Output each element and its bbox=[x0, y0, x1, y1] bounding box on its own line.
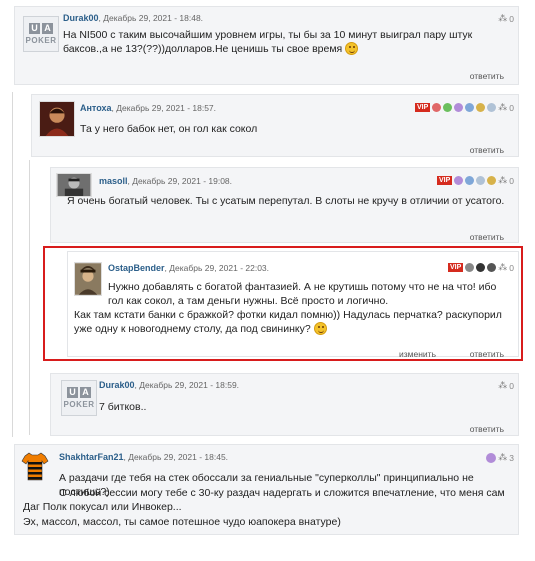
comment: ShakhtarFan21, Декабрь 29, 2021 - 18:45.… bbox=[14, 444, 519, 535]
comment-date: Декабрь 29, 2021 - 18:57. bbox=[116, 103, 217, 113]
comment-date: Декабрь 29, 2021 - 18:48. bbox=[103, 13, 204, 23]
highlight-frame bbox=[43, 246, 523, 361]
thread-line bbox=[29, 160, 30, 435]
avatar-photo-icon bbox=[40, 102, 74, 136]
comment-text: С любой сессии могу тебе с 30-ку раздач … bbox=[23, 487, 505, 513]
comment-text: 7 битков.. bbox=[99, 401, 147, 413]
username-link[interactable]: ShakhtarFan21 bbox=[59, 452, 124, 462]
comment-actions: ⁂ 0 bbox=[498, 13, 514, 24]
award-icon bbox=[476, 103, 486, 112]
comment-date: Декабрь 29, 2021 - 18:45. bbox=[128, 452, 229, 462]
comment-actions: VIP ⁂ 0 bbox=[436, 175, 514, 186]
comment-meta: Durak00, Декабрь 29, 2021 - 18:48. bbox=[63, 13, 204, 23]
reply-count: 0 bbox=[509, 102, 514, 113]
comment-meta: Антоха, Декабрь 29, 2021 - 18:57. bbox=[80, 103, 217, 113]
comment-actions: ⁂ 3 bbox=[486, 452, 514, 463]
award-icon bbox=[454, 103, 464, 112]
reply-count: 3 bbox=[509, 452, 514, 463]
thread-line bbox=[12, 92, 13, 437]
comment-text: На NI500 с таким высочайшим уровнем игры… bbox=[63, 28, 513, 56]
avatar[interactable] bbox=[21, 451, 49, 481]
award-icon bbox=[432, 103, 442, 112]
award-icon bbox=[487, 176, 497, 185]
username-link[interactable]: Durak00 bbox=[99, 380, 135, 390]
reply-link[interactable]: ответить bbox=[470, 424, 504, 434]
comment: UA POKER Durak00, Декабрь 29, 2021 - 18:… bbox=[14, 6, 519, 85]
vip-badge: VIP bbox=[414, 103, 431, 112]
comment-text: Та у него бабок нет, он гол как сокол bbox=[80, 123, 258, 135]
thread-tree-icon[interactable]: ⁂ bbox=[498, 102, 507, 113]
avatar[interactable]: UA POKER bbox=[61, 380, 97, 416]
award-icon bbox=[476, 176, 486, 185]
reply-count: 0 bbox=[509, 13, 514, 24]
comment-meta: ShakhtarFan21, Декабрь 29, 2021 - 18:45. bbox=[59, 452, 229, 462]
comment: Антоха, Декабрь 29, 2021 - 18:57. VIP ⁂ … bbox=[31, 94, 519, 157]
reply-link[interactable]: ответить bbox=[470, 145, 504, 155]
award-icon bbox=[465, 176, 475, 185]
logo-text: POKER bbox=[63, 400, 95, 409]
comment-date: Декабрь 29, 2021 - 18:59. bbox=[139, 380, 240, 390]
comment-text: Эх, массол, массол, ты самое потешное чу… bbox=[23, 516, 341, 528]
comment-meta: Durak00, Декабрь 29, 2021 - 18:59. bbox=[99, 380, 240, 390]
thread-tree-icon[interactable]: ⁂ bbox=[498, 175, 507, 186]
logo-letter: U bbox=[67, 387, 78, 398]
logo-text: POKER bbox=[25, 36, 57, 45]
avatar-photo-icon bbox=[57, 174, 91, 196]
username-link[interactable]: Антоха bbox=[80, 103, 112, 113]
logo-letter: A bbox=[80, 387, 91, 398]
award-icon bbox=[454, 176, 464, 185]
thread-tree-icon[interactable]: ⁂ bbox=[498, 13, 507, 24]
thread-tree-icon[interactable]: ⁂ bbox=[498, 380, 507, 391]
reply-link[interactable]: ответить bbox=[470, 71, 504, 81]
reply-count: 0 bbox=[509, 175, 514, 186]
thread-tree-icon[interactable]: ⁂ bbox=[498, 452, 507, 463]
username-link[interactable]: masoll bbox=[99, 176, 128, 186]
comment: UA POKER Durak00, Декабрь 29, 2021 - 18:… bbox=[50, 373, 519, 436]
avatar[interactable] bbox=[39, 101, 75, 137]
award-icon bbox=[443, 103, 453, 112]
award-icon bbox=[465, 103, 475, 112]
vip-badge: VIP bbox=[436, 176, 453, 185]
award-icon bbox=[486, 452, 497, 463]
username-link[interactable]: Durak00 bbox=[63, 13, 99, 23]
comment-body: На NI500 с таким высочайшим уровнем игры… bbox=[63, 29, 473, 55]
comment-text: Я очень богатый человек. Ты с усатым пер… bbox=[67, 195, 505, 207]
smile-emoji-icon bbox=[345, 42, 359, 55]
comment-meta: masoll, Декабрь 29, 2021 - 19:08. bbox=[99, 176, 233, 186]
award-icon bbox=[487, 103, 497, 112]
comment: masoll, Декабрь 29, 2021 - 19:08. VIP ⁂ … bbox=[50, 167, 519, 243]
logo-letter: A bbox=[42, 23, 53, 34]
comment-actions: VIP ⁂ 0 bbox=[414, 102, 514, 113]
reply-count: 0 bbox=[509, 380, 514, 391]
reply-link[interactable]: ответить bbox=[470, 232, 504, 242]
comment-actions: ⁂ 0 bbox=[498, 380, 514, 391]
shakhtar-jersey-icon bbox=[21, 452, 49, 481]
avatar[interactable]: UA POKER bbox=[23, 16, 59, 52]
comment-date: Декабрь 29, 2021 - 19:08. bbox=[132, 176, 233, 186]
logo-letter: U bbox=[29, 23, 40, 34]
